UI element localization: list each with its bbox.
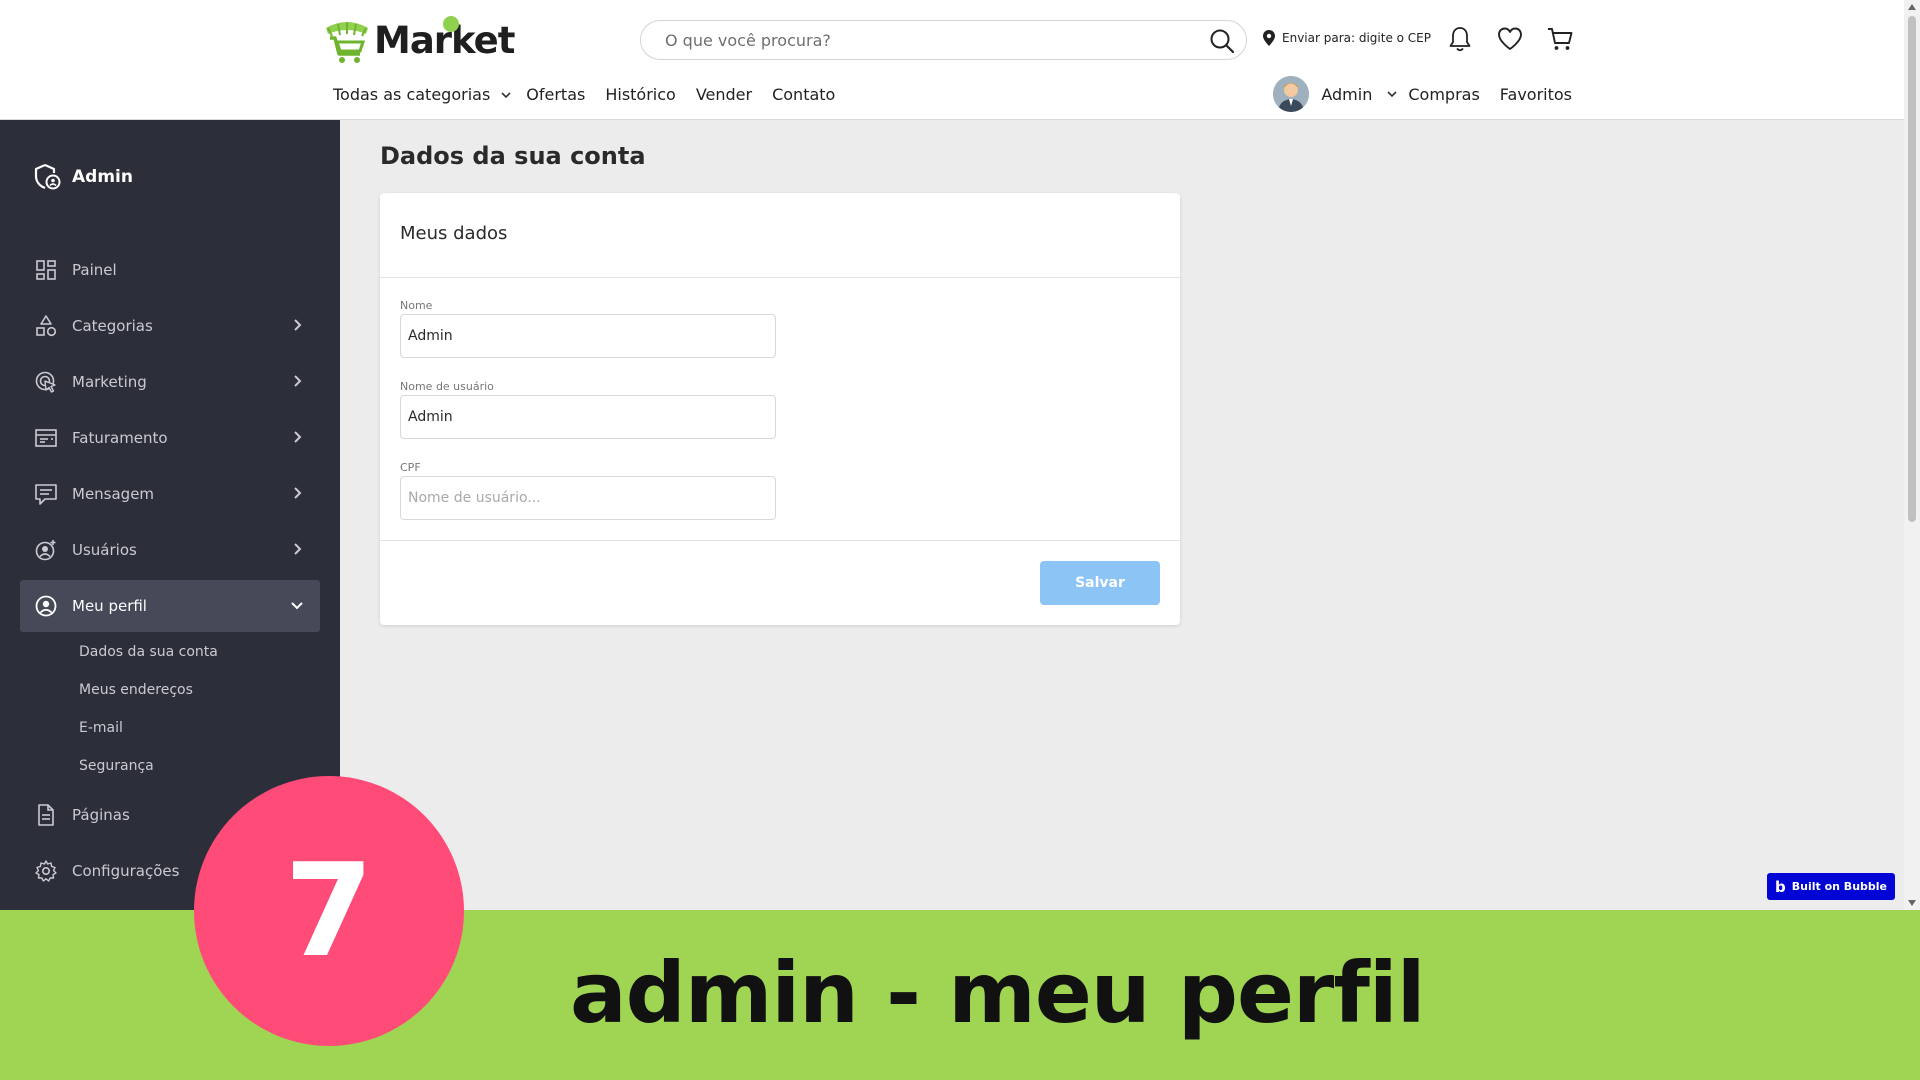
chevron-right-icon (294, 375, 302, 387)
sidebar-item-label: Páginas (72, 806, 130, 824)
sidebar-item-marketing[interactable]: Marketing (20, 356, 320, 408)
cpf-label: CPF (400, 461, 421, 474)
sidebar-subitem-addresses[interactable]: Meus endereços (79, 682, 193, 698)
sidebar-item-profile[interactable]: Meu perfil (20, 580, 320, 632)
location-pin-icon (1263, 30, 1275, 46)
chevron-right-icon (294, 487, 302, 499)
card-divider (380, 540, 1180, 541)
search-icon[interactable] (1208, 27, 1236, 55)
top-header: Market Enviar para: digite o CEP (0, 0, 1904, 120)
market-logo-icon (326, 22, 368, 63)
bubble-logo-icon: b (1775, 877, 1786, 896)
account-card: Meus dados Nome Nome de usuário CPF Salv… (380, 193, 1180, 625)
card-title: Meus dados (400, 223, 508, 244)
sidebar-subitem-email[interactable]: E-mail (79, 720, 123, 736)
step-number-badge: 7 (194, 776, 464, 1046)
search-bar (640, 20, 1247, 60)
chevron-right-icon (294, 319, 302, 331)
bell-icon[interactable] (1445, 24, 1475, 54)
sidebar-brand[interactable]: Admin (32, 162, 133, 192)
user-circle-icon (35, 595, 57, 617)
nav-all-categories-label: Todas as categorias (333, 85, 491, 104)
sidebar-item-messages[interactable]: Mensagem (20, 468, 320, 520)
username-label: Nome de usuário (400, 380, 494, 393)
step-number: 7 (284, 836, 374, 986)
sidebar-item-label: Mensagem (72, 485, 155, 503)
nav-all-categories[interactable]: Todas as categorias (333, 85, 490, 104)
user-avatar-icon (1273, 76, 1310, 112)
main-nav: Todas as categorias Ofertas Histórico Ve… (333, 85, 855, 104)
scrollbar[interactable] (1904, 0, 1920, 910)
heart-icon[interactable] (1495, 24, 1525, 54)
card-divider (380, 277, 1180, 278)
sidebar-item-label: Marketing (72, 373, 147, 391)
page: Market Enviar para: digite o CEP (0, 0, 1920, 1080)
sidebar-item-panel[interactable]: Painel (20, 244, 320, 296)
sidebar-item-label: Categorias (72, 317, 153, 335)
name-field[interactable] (400, 314, 776, 358)
dashboard-icon (36, 260, 56, 280)
scroll-up-arrow-icon[interactable] (1908, 4, 1916, 10)
avatar[interactable] (1273, 76, 1310, 112)
chevron-right-icon (294, 431, 302, 443)
nav-favorites[interactable]: Favoritos (1500, 85, 1572, 104)
user-nav: Admin Compras Favoritos (1273, 76, 1572, 112)
sidebar-item-billing[interactable]: Faturamento (20, 412, 320, 464)
shield-user-icon (34, 163, 61, 190)
name-label: Nome (400, 299, 433, 312)
ship-to[interactable]: Enviar para: digite o CEP (1262, 29, 1431, 47)
bubble-badge-label: Built on Bubble (1791, 880, 1888, 893)
nav-offers[interactable]: Ofertas (526, 85, 585, 104)
target-cursor-icon (35, 371, 56, 393)
message-icon (35, 484, 57, 505)
market-logo[interactable]: Market (322, 14, 515, 66)
sidebar-item-label: Meu perfil (72, 597, 147, 615)
page-title: Dados da sua conta (380, 142, 646, 170)
banner-text: admin - meu perfil (570, 944, 1425, 1042)
nav-sell[interactable]: Vender (696, 85, 752, 104)
chevron-down-icon[interactable] (500, 89, 512, 101)
chevron-right-icon (294, 543, 302, 555)
search-input[interactable] (665, 21, 1185, 59)
chevron-down-icon (291, 602, 303, 610)
document-icon (38, 804, 54, 826)
sidebar-subitem-account-data[interactable]: Dados da sua conta (79, 644, 218, 660)
scroll-down-arrow-icon[interactable] (1908, 900, 1916, 906)
sidebar-subitem-security[interactable]: Segurança (79, 758, 154, 774)
logo-dot (443, 16, 459, 32)
save-button[interactable]: Salvar (1040, 561, 1160, 605)
billing-icon (35, 429, 57, 447)
nav-contact[interactable]: Contato (772, 85, 835, 104)
cpf-field[interactable] (400, 476, 776, 520)
built-on-bubble-badge[interactable]: b Built on Bubble (1767, 873, 1895, 900)
sidebar-item-label: Usuários (72, 541, 137, 559)
sidebar-item-label: Configurações (72, 862, 180, 880)
chevron-down-icon[interactable] (1386, 88, 1398, 100)
sidebar-item-categories[interactable]: Categorias (20, 300, 320, 352)
sidebar-item-users[interactable]: Usuários (20, 524, 320, 576)
shapes-icon (36, 315, 57, 337)
username-field[interactable] (400, 395, 776, 439)
nav-history[interactable]: Histórico (605, 85, 675, 104)
users-icon (35, 540, 56, 561)
nav-purchases[interactable]: Compras (1408, 85, 1479, 104)
user-name[interactable]: Admin (1321, 85, 1372, 104)
cart-icon[interactable] (1545, 24, 1575, 54)
sidebar-item-label: Faturamento (72, 429, 168, 447)
ship-to-text: Enviar para: digite o CEP (1282, 31, 1431, 45)
sidebar-brand-label: Admin (72, 167, 133, 187)
gear-icon (35, 860, 57, 882)
main-content: Dados da sua conta Meus dados Nome Nome … (340, 120, 1904, 910)
scroll-thumb[interactable] (1908, 16, 1916, 522)
sidebar-item-label: Painel (72, 261, 117, 279)
